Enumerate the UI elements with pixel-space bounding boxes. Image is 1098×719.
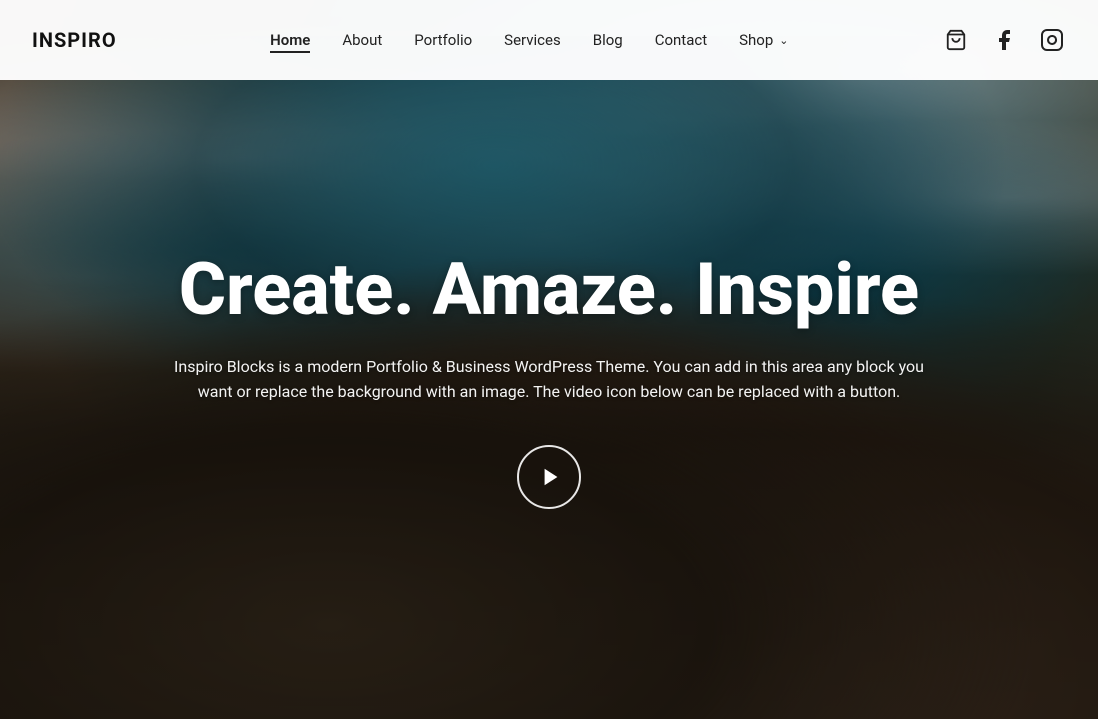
cart-icon[interactable] xyxy=(942,26,970,54)
hero-content: Create. Amaze. Inspire Inspiro Blocks is… xyxy=(119,250,979,508)
facebook-icon[interactable] xyxy=(990,26,1018,54)
hero-title: Create. Amaze. Inspire xyxy=(159,250,939,329)
main-nav: Home About Portfolio Services Blog Conta… xyxy=(270,31,788,49)
nav-item-shop[interactable]: Shop ⌄ xyxy=(739,31,788,49)
hero-section: INSPIRO Home About Portfolio Services Bl… xyxy=(0,0,1098,719)
nav-item-blog[interactable]: Blog xyxy=(593,31,623,49)
hero-subtitle: Inspiro Blocks is a modern Portfolio & B… xyxy=(159,354,939,405)
nav-item-about[interactable]: About xyxy=(342,31,382,49)
chevron-down-icon: ⌄ xyxy=(779,34,788,47)
site-logo[interactable]: INSPIRO xyxy=(32,28,117,52)
site-header: INSPIRO Home About Portfolio Services Bl… xyxy=(0,0,1098,80)
nav-item-portfolio[interactable]: Portfolio xyxy=(414,31,472,49)
nav-item-home[interactable]: Home xyxy=(270,31,310,49)
nav-item-contact[interactable]: Contact xyxy=(655,31,707,49)
instagram-icon[interactable] xyxy=(1038,26,1066,54)
play-button[interactable] xyxy=(517,445,581,509)
nav-item-services[interactable]: Services xyxy=(504,31,561,49)
header-icons xyxy=(942,26,1066,54)
